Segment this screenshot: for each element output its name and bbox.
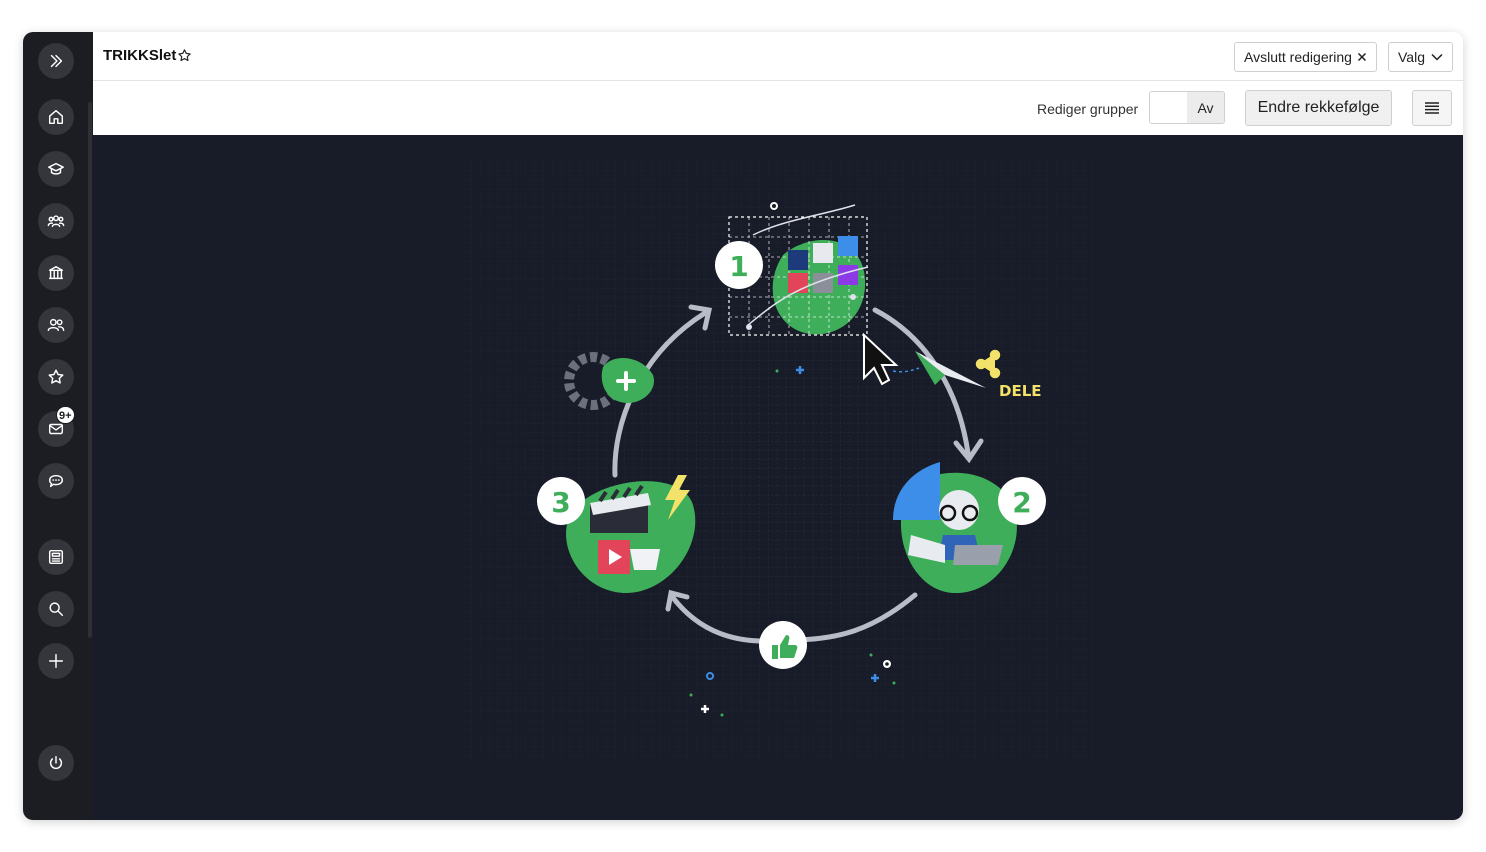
sidebar-item-home[interactable] <box>38 99 74 135</box>
menu-button[interactable] <box>1412 90 1452 126</box>
reorder-label: Endre rekkefølge <box>1257 99 1380 116</box>
graduation-cap-icon <box>48 162 64 175</box>
sidebar-item-courses[interactable] <box>38 151 74 187</box>
favorite-star-icon[interactable] <box>177 48 192 63</box>
thumbs-up-badge <box>759 621 807 669</box>
finish-editing-label: Avslutt redigering <box>1244 49 1352 65</box>
sidebar-expand-button[interactable] <box>38 43 74 79</box>
users-group-icon <box>47 215 65 228</box>
chevron-down-icon <box>1431 53 1443 61</box>
sidebar-item-logout[interactable] <box>38 745 74 781</box>
edit-groups-label: Rediger grupper <box>1037 101 1139 117</box>
star-icon <box>48 369 64 384</box>
hamburger-menu-icon <box>1425 102 1439 114</box>
step-3-badge: 3 <box>537 477 585 525</box>
reorder-button[interactable]: Endre rekkefølge <box>1245 90 1392 126</box>
toggle-value: Av <box>1197 99 1214 116</box>
close-icon <box>1357 52 1366 62</box>
sidebar-item-add[interactable] <box>38 643 74 679</box>
sidebar-item-chat[interactable] <box>38 463 74 499</box>
sidebar-item-search[interactable] <box>38 591 74 627</box>
people-icon <box>47 318 65 332</box>
step-1-number: 1 <box>729 250 748 283</box>
finish-editing-button[interactable]: Avslutt redigering <box>1234 42 1377 72</box>
sidebar-item-institution[interactable] <box>38 255 74 291</box>
expand-icon <box>50 54 63 68</box>
search-icon <box>49 602 64 617</box>
sidebar-item-favorites[interactable] <box>38 359 74 395</box>
toggle-off-side[interactable]: Av <box>1187 92 1224 123</box>
power-icon <box>49 755 63 770</box>
step-2-number: 2 <box>1012 486 1031 519</box>
step-3-number: 3 <box>551 486 570 519</box>
grid-fade <box>465 155 1095 760</box>
toggle-on-side[interactable] <box>1150 92 1187 123</box>
top-bar: TRIKKSlet Avslutt redigering Valg <box>93 32 1463 81</box>
sidebar-item-people[interactable] <box>38 307 74 343</box>
sidebar-item-news[interactable] <box>38 539 74 575</box>
newspaper-icon <box>48 549 64 565</box>
toolbar: Rediger grupper Av Endre rekkefølge <box>93 81 1463 135</box>
sidebar-item-groups[interactable] <box>38 203 74 239</box>
chat-icon <box>48 474 64 488</box>
institution-icon <box>48 265 64 280</box>
main-area: TRIKKSlet Avslutt redigering Valg Redige… <box>93 32 1463 820</box>
mail-badge: 9+ <box>56 406 75 424</box>
sidebar-scrollbar[interactable] <box>88 102 92 638</box>
sidebar-item-messages[interactable]: 9+ <box>38 406 75 447</box>
content-canvas: 1 DELE 2 3 <box>93 135 1463 820</box>
sidebar: 9+ <box>23 32 93 820</box>
home-icon <box>48 109 64 125</box>
step-2-badge: 2 <box>998 477 1046 525</box>
workflow-illustration: 1 DELE 2 3 <box>465 155 1095 760</box>
edit-groups-toggle[interactable]: Av <box>1149 91 1225 124</box>
share-label: DELE <box>999 382 1042 400</box>
plus-icon <box>48 653 64 669</box>
options-dropdown[interactable]: Valg <box>1388 42 1453 72</box>
page-title: TRIKKSlet <box>103 47 177 64</box>
options-label: Valg <box>1398 49 1425 65</box>
app-window: 9+ TRIKKSlet Avslutt redigering Valg Red… <box>23 32 1463 820</box>
step-1-badge: 1 <box>715 241 763 289</box>
